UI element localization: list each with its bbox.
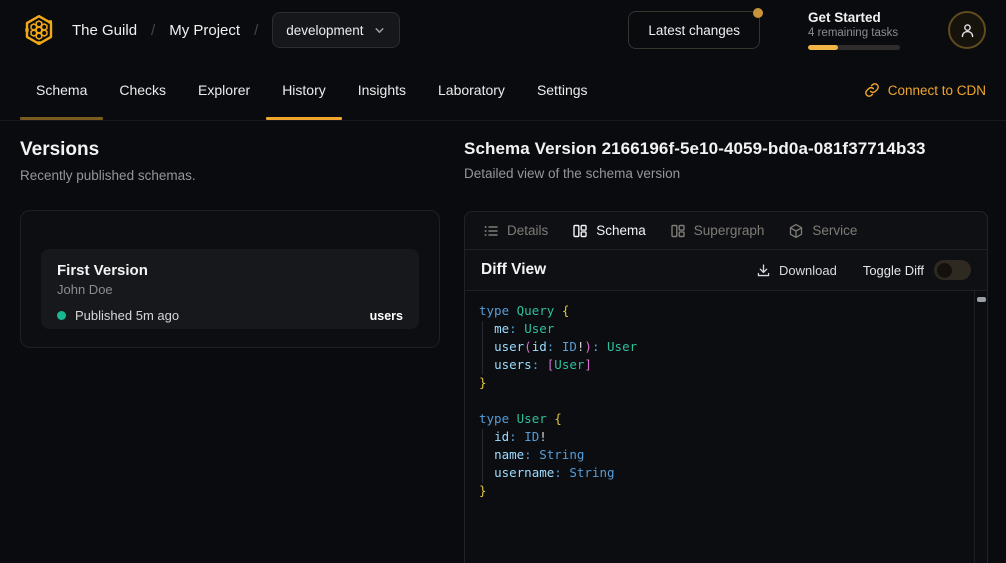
person-icon bbox=[959, 22, 976, 39]
detail-tab-label: Service bbox=[812, 223, 857, 238]
get-started-progress-bar bbox=[808, 45, 900, 50]
top-bar-right: Latest changes Get Started 4 remaining t… bbox=[628, 10, 986, 50]
download-label: Download bbox=[779, 263, 837, 278]
indent-guide bbox=[482, 321, 483, 375]
get-started-subtitle: 4 remaining tasks bbox=[808, 27, 900, 39]
version-list-item[interactable]: First Version John Doe Published 5m ago … bbox=[41, 249, 419, 329]
link-icon bbox=[864, 82, 880, 98]
code-scrollbar[interactable] bbox=[974, 291, 987, 563]
versions-panel: Versions Recently published schemas. Fir… bbox=[20, 139, 440, 348]
version-author: John Doe bbox=[57, 282, 403, 297]
download-button[interactable]: Download bbox=[756, 263, 837, 278]
notification-dot bbox=[753, 8, 763, 18]
detail-tab-supergraph[interactable]: Supergraph bbox=[658, 212, 777, 249]
detail-tab-label: Schema bbox=[596, 223, 646, 238]
tab-explorer[interactable]: Explorer bbox=[182, 60, 266, 120]
toggle-knob bbox=[937, 263, 952, 278]
latest-changes-label: Latest changes bbox=[648, 23, 740, 38]
layout-columns-icon bbox=[572, 223, 588, 239]
versions-title: Versions bbox=[20, 139, 440, 161]
published-status-dot bbox=[57, 311, 66, 320]
download-icon bbox=[756, 263, 771, 278]
tab-insights[interactable]: Insights bbox=[342, 60, 422, 120]
version-meta-row: Published 5m ago users bbox=[57, 308, 403, 323]
diff-view-title: Diff View bbox=[481, 261, 546, 279]
get-started-widget[interactable]: Get Started 4 remaining tasks bbox=[808, 10, 900, 50]
cube-icon bbox=[788, 223, 804, 239]
detail-tab-details[interactable]: Details bbox=[471, 212, 560, 249]
breadcrumb-separator: / bbox=[254, 22, 258, 39]
code-scrollbar-thumb[interactable] bbox=[977, 297, 986, 302]
schema-view-card: Details Schema bbox=[464, 211, 988, 563]
diff-view-header: Diff View Download Toggle Diff bbox=[465, 250, 987, 291]
hive-logo[interactable] bbox=[20, 11, 58, 49]
target-select[interactable]: development bbox=[272, 12, 399, 48]
breadcrumb: The Guild / My Project / development bbox=[72, 12, 400, 48]
toggle-diff-label: Toggle Diff bbox=[863, 263, 924, 278]
schema-code-viewer[interactable]: type Query { me: User user(id: ID!): Use… bbox=[465, 291, 987, 563]
versions-list-card: First Version John Doe Published 5m ago … bbox=[20, 210, 440, 348]
breadcrumb-separator: / bbox=[151, 22, 155, 39]
detail-tab-bar: Details Schema bbox=[465, 212, 987, 250]
top-bar: The Guild / My Project / development Lat… bbox=[0, 0, 1006, 60]
graphql-schema-code: type Query { me: User user(id: ID!): Use… bbox=[465, 291, 987, 511]
latest-changes-button[interactable]: Latest changes bbox=[628, 11, 760, 49]
detail-tab-label: Details bbox=[507, 223, 548, 238]
main-nav: Schema Checks Explorer History Insights … bbox=[0, 60, 1006, 121]
published-status-text: Published 5m ago bbox=[75, 308, 179, 323]
breadcrumb-org[interactable]: The Guild bbox=[72, 22, 137, 39]
tab-laboratory[interactable]: Laboratory bbox=[422, 60, 521, 120]
hive-logo-icon bbox=[21, 12, 57, 48]
diff-actions: Download Toggle Diff bbox=[756, 260, 971, 280]
toggle-diff-switch[interactable] bbox=[934, 260, 971, 280]
tab-history[interactable]: History bbox=[266, 60, 342, 120]
hive-app: The Guild / My Project / development Lat… bbox=[0, 0, 1006, 563]
layout-columns-icon bbox=[670, 223, 686, 239]
detail-tab-schema[interactable]: Schema bbox=[560, 212, 658, 249]
list-icon bbox=[483, 223, 499, 239]
tab-schema[interactable]: Schema bbox=[20, 60, 103, 120]
service-name-badge: users bbox=[370, 309, 403, 323]
connect-to-cdn-link[interactable]: Connect to CDN bbox=[864, 60, 986, 120]
version-detail-title: Schema Version 2166196f-5e10-4059-bd0a-0… bbox=[464, 139, 988, 159]
version-detail-subtitle: Detailed view of the schema version bbox=[464, 166, 988, 181]
chevron-down-icon bbox=[373, 24, 386, 37]
breadcrumb-project[interactable]: My Project bbox=[169, 22, 240, 39]
connect-to-cdn-label: Connect to CDN bbox=[888, 83, 986, 98]
get-started-title: Get Started bbox=[808, 10, 900, 25]
version-name: First Version bbox=[57, 262, 403, 279]
versions-subtitle: Recently published schemas. bbox=[20, 168, 440, 183]
version-detail-panel: Schema Version 2166196f-5e10-4059-bd0a-0… bbox=[464, 139, 988, 563]
detail-tab-label: Supergraph bbox=[694, 223, 765, 238]
tab-checks[interactable]: Checks bbox=[103, 60, 182, 120]
indent-guide bbox=[482, 429, 483, 483]
get-started-progress-fill bbox=[808, 45, 838, 50]
tab-settings[interactable]: Settings bbox=[521, 60, 604, 120]
target-select-value: development bbox=[286, 23, 363, 38]
detail-tab-service[interactable]: Service bbox=[776, 212, 869, 249]
user-avatar[interactable] bbox=[948, 11, 986, 49]
toggle-diff-control: Toggle Diff bbox=[863, 260, 971, 280]
